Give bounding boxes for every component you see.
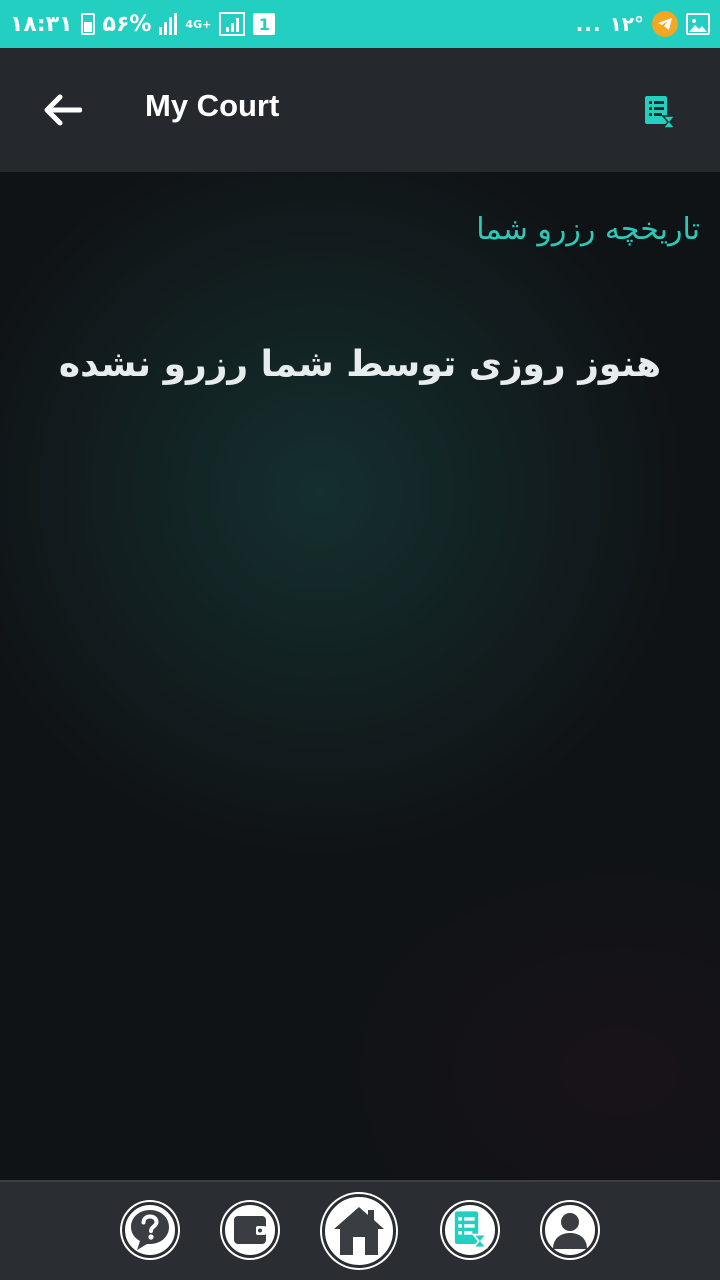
question-bubble-icon bbox=[131, 1210, 169, 1250]
arrow-left-icon bbox=[44, 94, 82, 126]
list-hourglass-icon bbox=[454, 1211, 489, 1249]
status-bar: ۱۸:۳۱ ۵۶% 4G+ 1 ... ۱۲° bbox=[0, 0, 720, 48]
nav-profile-button[interactable] bbox=[542, 1202, 598, 1258]
section-heading: تاریخچه رزرو شما bbox=[476, 212, 700, 247]
status-left: ۱۸:۳۱ ۵۶% 4G+ 1 bbox=[10, 11, 276, 37]
status-battery: ۵۶% bbox=[102, 11, 152, 37]
signal-icon bbox=[159, 13, 178, 35]
image-icon bbox=[686, 13, 710, 35]
empty-state-message: هنوز روزی توسط شما رزرو نشده bbox=[58, 344, 662, 385]
app-bar: My Court bbox=[0, 48, 720, 172]
nav-help-button[interactable] bbox=[122, 1202, 178, 1258]
back-button[interactable] bbox=[40, 90, 84, 130]
battery-icon bbox=[80, 13, 95, 35]
sim-icon: 1 bbox=[253, 13, 276, 35]
status-overflow: ... bbox=[575, 12, 602, 36]
main-content: تاریخچه رزرو شما هنوز روزی توسط شما رزرو… bbox=[0, 172, 720, 1180]
status-time: ۱۸:۳۱ bbox=[10, 11, 73, 37]
nav-reservations-button[interactable] bbox=[442, 1202, 498, 1258]
network-type: 4G+ bbox=[185, 17, 212, 31]
bottom-nav bbox=[0, 1180, 720, 1280]
boxed-signal-icon bbox=[219, 12, 246, 36]
reservation-history-button[interactable] bbox=[640, 92, 680, 132]
status-temperature: ۱۲° bbox=[609, 12, 644, 36]
user-icon bbox=[553, 1213, 587, 1249]
nav-wallet-button[interactable] bbox=[222, 1202, 278, 1258]
status-right: ... ۱۲° bbox=[576, 11, 710, 37]
page-title: My Court bbox=[145, 88, 280, 123]
nav-home-button[interactable] bbox=[322, 1194, 396, 1268]
wallet-icon bbox=[234, 1216, 266, 1244]
list-hourglass-icon bbox=[645, 96, 677, 129]
home-icon bbox=[334, 1207, 384, 1255]
telegram-icon bbox=[652, 11, 678, 37]
